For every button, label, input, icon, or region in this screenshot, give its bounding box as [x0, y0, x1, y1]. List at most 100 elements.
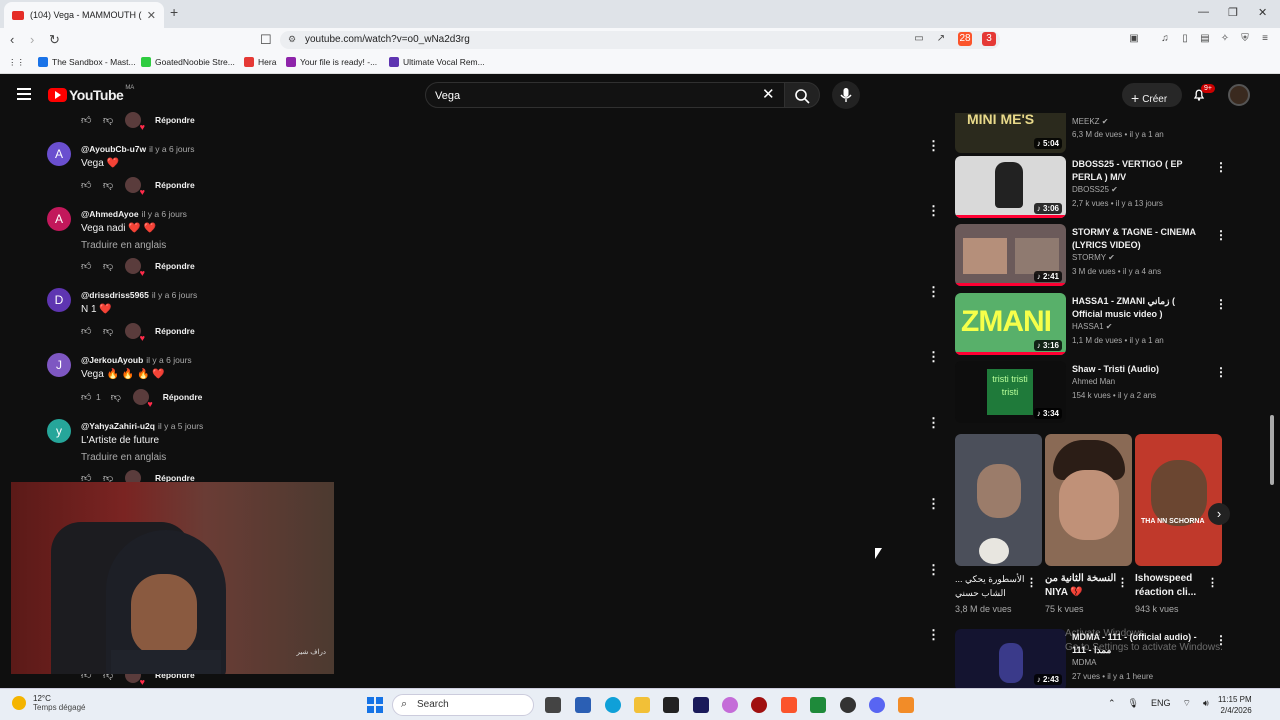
reply-button[interactable]: Répondre [155, 180, 195, 190]
comment-avatar[interactable]: D [47, 288, 71, 312]
volume-icon[interactable]: 🔊︎ [1203, 698, 1209, 709]
comment-more-icon[interactable]: ⋮ [927, 350, 940, 363]
video-thumbnail[interactable]: ZMANI ♪ 3:16 [955, 293, 1066, 355]
dislike-icon[interactable]: 👎︎ [103, 325, 125, 337]
taskbar-search[interactable]: ⌕ Search [392, 694, 534, 716]
browser-menu-icon[interactable]: ≡ [1258, 32, 1272, 46]
video-channel[interactable]: MEEKZ ✔ [1072, 117, 1109, 126]
video-title[interactable]: STORMY & TAGNE - CINEMA (LYRICS VIDEO) [1072, 226, 1207, 252]
bookmark-item[interactable]: GoatedNoobie Stre... [141, 57, 235, 67]
bookmark-item[interactable]: Ultimate Vocal Rem... [389, 57, 485, 67]
video-more-icon[interactable]: ⋮ [1215, 228, 1227, 242]
comment-time[interactable]: il y a 6 jours [142, 209, 187, 219]
edge-icon[interactable] [605, 697, 621, 713]
wallet-icon[interactable]: ▤ [1198, 32, 1212, 46]
comment-author[interactable]: @AhmedAyoe [81, 209, 139, 219]
comment-avatar[interactable]: J [47, 353, 71, 377]
video-thumbnail[interactable]: ♪ 2:43 [955, 629, 1066, 688]
recommended-video[interactable]: MINI ME'S ♪ 5:04 MEEKZ ✔ 6,3 M de vues •… [955, 113, 1225, 153]
translate-link[interactable]: Traduire en anglais [81, 240, 166, 251]
comment-avatar[interactable]: y [47, 419, 71, 443]
comment-more-icon[interactable]: ⋮ [927, 285, 940, 298]
recommended-video[interactable]: tristi tristi tristi ♪ 3:34 Shaw - Trist… [955, 361, 1227, 423]
short-title[interactable]: النسخة الثانية من NIYA 💔 [1045, 572, 1117, 600]
short-more-icon[interactable]: ⋮ [1026, 576, 1037, 589]
create-button[interactable]: + Créer [1122, 83, 1182, 107]
video-channel[interactable]: Ahmed Man [1072, 377, 1115, 386]
leo-ai-icon[interactable]: ✧ [1218, 32, 1232, 46]
brave-rewards-icon[interactable]: 3 [982, 32, 996, 46]
search-input[interactable]: Vega [425, 82, 785, 108]
comment-more-icon[interactable]: ⋮ [927, 628, 940, 641]
brave-shields-icon[interactable]: 28 [958, 32, 972, 46]
like-icon[interactable]: 👍︎ [81, 114, 103, 126]
reload-icon[interactable]: ↻ [49, 32, 60, 48]
video-more-icon[interactable]: ⋮ [1215, 297, 1227, 311]
chevron-right-icon[interactable]: › [1208, 503, 1230, 525]
reply-button[interactable]: Répondre [155, 115, 195, 125]
page-scrollbar[interactable] [1270, 415, 1274, 485]
app-icon[interactable] [898, 697, 914, 713]
video-thumbnail[interactable]: ♪ 2:41 [955, 224, 1066, 286]
comment-avatar[interactable]: A [47, 207, 71, 231]
recommended-video[interactable]: ZMANI ♪ 3:16 HASSA1 - ZMANI زماني ( Offi… [955, 293, 1227, 355]
media-icon[interactable]: ♫ [1158, 32, 1172, 46]
terminal-icon[interactable] [810, 697, 826, 713]
capcut-icon[interactable] [663, 697, 679, 713]
dislike-icon[interactable]: 👎︎ [103, 260, 125, 272]
translate-link[interactable]: Traduire en anglais [81, 452, 166, 463]
account-avatar[interactable] [1228, 84, 1250, 106]
bookmark-icon[interactable]: ☐ [260, 32, 272, 48]
task-view-icon[interactable] [545, 697, 561, 713]
file-explorer-icon[interactable] [634, 697, 650, 713]
video-thumbnail[interactable]: MINI ME'S ♪ 5:04 [955, 113, 1066, 153]
video-title[interactable]: HASSA1 - ZMANI زماني ( Official music vi… [1072, 295, 1207, 321]
maximize-icon[interactable]: ❐ [1228, 6, 1238, 19]
clear-search-icon[interactable]: ✕ [762, 85, 775, 103]
chevron-up-icon[interactable]: ⌃ [1108, 698, 1116, 709]
bookmark-item[interactable]: Hera [244, 57, 276, 67]
close-tab-icon[interactable]: ✕ [147, 9, 156, 22]
short-title[interactable]: الأسطورة يحكي ... الشاب حسني [955, 572, 1035, 600]
dislike-icon[interactable]: 👎︎ [103, 179, 125, 191]
comment-time[interactable]: il y a 5 jours [158, 421, 203, 431]
comment-more-icon[interactable]: ⋮ [927, 139, 940, 152]
share-icon[interactable]: ↗ [934, 32, 948, 46]
microphone-icon[interactable]: 🎙︎ [1128, 698, 1139, 709]
site-info-icon[interactable]: ⚙ [288, 34, 296, 45]
premiere-icon[interactable] [693, 697, 709, 713]
short-title[interactable]: Ishowspeed réaction cli... [1135, 572, 1207, 600]
hamburger-menu-icon[interactable] [17, 88, 31, 100]
new-tab-button[interactable]: + [170, 4, 178, 20]
comment-author[interactable]: @drissdriss5965 [81, 290, 149, 300]
comment-more-icon[interactable]: ⋮ [927, 204, 940, 217]
close-window-icon[interactable]: ✕ [1258, 6, 1267, 19]
bookmark-item[interactable]: Your file is ready! -... [286, 57, 377, 67]
video-channel[interactable]: DBOSS25 ✔ [1072, 185, 1118, 194]
screenshot-icon[interactable]: ▣ [1127, 32, 1141, 46]
video-channel[interactable]: HASSA1 ✔ [1072, 322, 1113, 331]
comment-author[interactable]: @AyoubCb-u7w [81, 144, 146, 154]
video-channel[interactable]: MDMA [1072, 658, 1096, 667]
video-more-icon[interactable]: ⋮ [1215, 160, 1227, 174]
video-thumbnail[interactable]: ♪ 3:06 [955, 156, 1066, 218]
discord-icon[interactable] [869, 697, 885, 713]
comment-time[interactable]: il y a 6 jours [146, 355, 191, 365]
cast-icon[interactable]: ▭ [912, 32, 926, 46]
like-icon[interactable]: 👍︎ [81, 325, 103, 337]
video-thumbnail[interactable]: tristi tristi tristi ♪ 3:34 [955, 361, 1066, 423]
bookmark-item[interactable]: The Sandbox - Mast... [38, 57, 136, 67]
like-icon[interactable]: 👍︎ [81, 391, 96, 403]
comment-more-icon[interactable]: ⋮ [927, 563, 940, 576]
copilot-icon[interactable] [722, 697, 738, 713]
video-title[interactable]: Shaw - Tristi (Audio) [1072, 363, 1207, 376]
short-thumbnail[interactable] [1045, 434, 1132, 566]
comment-avatar[interactable]: A [47, 142, 71, 166]
sidebar-icon[interactable]: ▯ [1178, 32, 1192, 46]
forward-icon[interactable]: › [30, 32, 34, 47]
short-thumbnail[interactable] [955, 434, 1042, 566]
language-indicator[interactable]: ENG [1151, 698, 1171, 709]
windows-start-icon[interactable] [367, 697, 383, 713]
youtube-logo[interactable]: YouTube MA [48, 85, 134, 103]
video-more-icon[interactable]: ⋮ [1215, 365, 1227, 379]
